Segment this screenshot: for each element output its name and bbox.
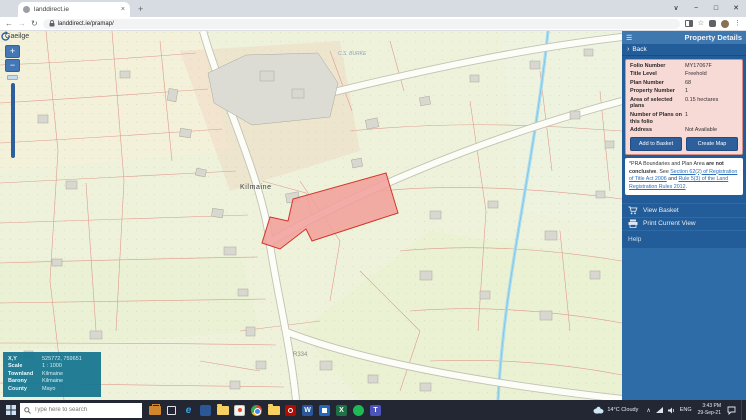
info-row: Barony Kilmaine [8, 378, 96, 384]
browser-toolbar: ← → ↻ landdirect.ie/pramap/ ☆ ⋮ [0, 17, 746, 31]
extension-icon[interactable] [709, 20, 716, 27]
page-content: Kilmaine R334 C.S. BURKE Gaeilge + − X,Y… [0, 31, 746, 400]
printer-icon [628, 219, 638, 228]
browser-tab-strip: landdirect.ie × + ∨ − □ ✕ [0, 0, 746, 17]
panel-title: Property Details [632, 33, 742, 42]
minimize-button[interactable]: − [686, 0, 706, 17]
clock-time: 3:43 PM [698, 403, 721, 410]
show-desktop-button[interactable] [741, 400, 744, 420]
view-basket-item[interactable]: View Basket [622, 203, 746, 217]
map-info-box: X,Y 525772, 759651 Scale 1 : 1000 Townla… [3, 352, 101, 398]
adobe-acrobat-icon[interactable] [282, 400, 299, 420]
panel-header: ☰ Property Details [622, 31, 746, 44]
zoom-in-button[interactable]: + [5, 45, 20, 58]
tab-close-icon[interactable]: × [121, 6, 125, 13]
town-label: Kilmaine [240, 184, 272, 191]
site-favicon [23, 6, 30, 13]
detail-row: Address Not Available [630, 127, 738, 134]
profile-avatar[interactable] [721, 20, 729, 28]
lock-icon [49, 20, 55, 27]
clock-date: 29-Sep-21 [698, 410, 721, 417]
info-row: X,Y 525772, 759651 [8, 356, 96, 362]
detail-row: Area of selected plans 0.15 hectares [630, 97, 738, 111]
panel-menu: View Basket Print Current View [622, 203, 746, 231]
folder-icon[interactable] [265, 400, 282, 420]
windows-logo-icon [6, 405, 16, 415]
forward-icon[interactable]: → [18, 20, 26, 28]
map-svg: Kilmaine R334 C.S. BURKE [0, 31, 622, 400]
maximize-button[interactable]: □ [706, 0, 726, 17]
map-canvas[interactable]: Kilmaine R334 C.S. BURKE Gaeilge + − X,Y… [0, 31, 622, 400]
app-window-icon[interactable] [231, 400, 248, 420]
tab-search-icon[interactable]: ∨ [666, 0, 686, 17]
info-row: Townland Kilmaine [8, 371, 96, 377]
cloud-icon [593, 406, 604, 414]
browser-tab[interactable]: landdirect.ie × [18, 2, 130, 17]
back-chevron-icon: › [627, 46, 629, 53]
side-panel-icon[interactable] [685, 20, 693, 27]
property-summary-box: Folio Number MY17067F Title Level Freeho… [625, 59, 743, 155]
back-button[interactable]: › Back [622, 44, 746, 56]
chrome-icon[interactable] [248, 400, 265, 420]
cart-icon [628, 206, 638, 215]
detail-row: Property Number 1 [630, 88, 738, 95]
ms-app-icon[interactable] [316, 400, 333, 420]
reload-icon[interactable]: ↻ [31, 20, 38, 28]
info-row: County Mayo [8, 386, 96, 392]
teams-icon[interactable]: T [367, 400, 384, 420]
detail-row: Title Level Freehold [630, 71, 738, 78]
road-label: R334 [293, 352, 308, 358]
weather-widget[interactable]: 14°C Cloudy [593, 406, 638, 414]
close-button[interactable]: ✕ [726, 0, 746, 17]
detail-row: Plan Number 68 [630, 80, 738, 87]
info-row: Scale 1 : 1000 [8, 363, 96, 369]
excel-icon[interactable]: X [333, 400, 350, 420]
briefcase-icon[interactable] [146, 400, 163, 420]
refresh-icon[interactable] [0, 31, 11, 42]
task-view-icon[interactable] [163, 400, 180, 420]
taskbar-search[interactable] [20, 403, 142, 418]
panel-empty-area [622, 248, 746, 400]
bookmark-star-icon[interactable]: ☆ [698, 20, 704, 27]
windows-taskbar: e W X T 14°C Cloudy ∧ ENG 3:43 PM 29-Sep… [0, 400, 746, 420]
search-icon [24, 407, 31, 414]
language-indicator[interactable]: ENG [680, 407, 692, 413]
system-tray: 14°C Cloudy ∧ ENG 3:43 PM 29-Sep-21 [593, 400, 744, 420]
taskbar-clock[interactable]: 3:43 PM 29-Sep-21 [698, 403, 721, 417]
zoom-slider-handle[interactable] [7, 75, 18, 80]
property-details-panel: ☰ Property Details › Back Folio Number M… [622, 31, 746, 400]
disclaimer-box: *PRA Boundaries and Plan Area are not co… [625, 158, 743, 195]
zoom-out-button[interactable]: − [5, 59, 20, 72]
action-center-icon[interactable] [727, 406, 736, 415]
search-input[interactable] [34, 407, 124, 413]
network-icon[interactable] [656, 407, 663, 413]
volume-icon[interactable] [668, 407, 675, 414]
zoom-controls: + − [5, 45, 20, 72]
address-bar[interactable]: landdirect.ie/pramap/ [43, 19, 680, 29]
back-icon[interactable]: ← [5, 20, 13, 28]
zoom-slider-track[interactable] [11, 83, 15, 158]
detail-row: Number of Plans on this folio 1 [630, 112, 738, 126]
browser-menu-icon[interactable]: ⋮ [734, 20, 741, 27]
word-icon[interactable]: W [299, 400, 316, 420]
weather-text: 14°C Cloudy [607, 407, 638, 413]
window-controls: ∨ − □ ✕ [666, 0, 746, 17]
detail-row: Folio Number MY17067F [630, 63, 738, 70]
photos-app-icon[interactable] [197, 400, 214, 420]
file-explorer-icon[interactable] [214, 400, 231, 420]
internet-explorer-icon[interactable]: e [180, 400, 197, 420]
add-to-basket-button[interactable]: Add to Basket [630, 137, 682, 151]
tray-expand-icon[interactable]: ∧ [646, 407, 650, 414]
url-text: landdirect.ie/pramap/ [58, 21, 114, 27]
area-label: C.S. BURKE [338, 51, 367, 57]
start-button[interactable] [2, 400, 20, 420]
spotify-icon[interactable] [350, 400, 367, 420]
help-link[interactable]: Help [622, 231, 746, 248]
new-tab-button[interactable]: + [138, 4, 143, 14]
create-map-button[interactable]: Create Map [686, 137, 738, 151]
tab-title: landdirect.ie [34, 6, 117, 13]
print-current-view-item[interactable]: Print Current View [622, 217, 746, 231]
